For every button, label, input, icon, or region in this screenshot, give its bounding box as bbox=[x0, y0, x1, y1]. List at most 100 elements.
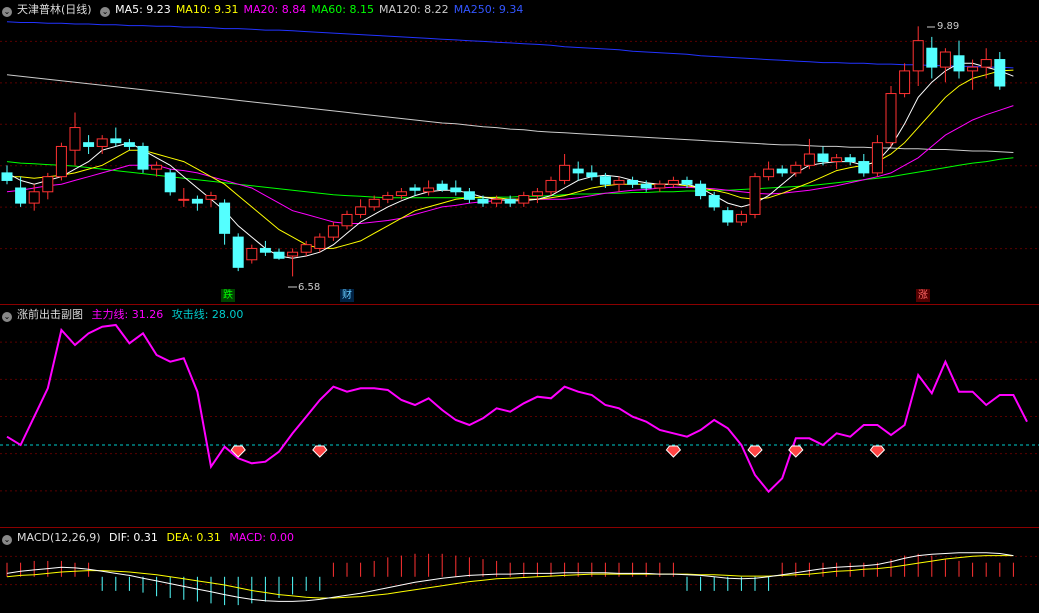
candle bbox=[450, 180, 462, 196]
candle-body bbox=[708, 195, 720, 208]
candle-body bbox=[287, 251, 299, 257]
candle-body bbox=[314, 236, 326, 249]
candle bbox=[83, 135, 95, 154]
candle bbox=[735, 210, 747, 226]
dea-line bbox=[6, 555, 1014, 599]
candle-body bbox=[681, 179, 693, 185]
candle-body bbox=[137, 145, 149, 170]
candle-body bbox=[327, 225, 339, 238]
ma-line-ma5 bbox=[6, 62, 1014, 259]
candle bbox=[627, 176, 639, 188]
candle-body bbox=[749, 176, 761, 215]
candle-body bbox=[164, 172, 176, 193]
candle-body bbox=[28, 191, 40, 204]
candle bbox=[572, 161, 584, 181]
sub1-legend: ⌄ 涨前出击副图 主力线: 31.26 攻击线: 28.00 bbox=[2, 307, 248, 323]
macd-dea-label: DEA: 0.31 bbox=[166, 531, 221, 544]
event-tag-fall[interactable]: 跌 bbox=[221, 289, 235, 302]
candle-body bbox=[518, 195, 530, 204]
candle-body bbox=[504, 198, 516, 204]
sub1-title: 涨前出击副图 bbox=[17, 308, 83, 321]
candle-body bbox=[219, 202, 231, 234]
candle bbox=[191, 195, 203, 211]
candle-body bbox=[395, 191, 407, 197]
macd-dif-label: DIF: 0.31 bbox=[109, 531, 158, 544]
main-title: 天津普林(日线) bbox=[17, 3, 92, 16]
candle bbox=[42, 172, 54, 200]
candle-body bbox=[695, 183, 707, 197]
macd-menu-icon[interactable]: ⌄ bbox=[2, 535, 12, 545]
candle bbox=[178, 188, 190, 207]
candle bbox=[518, 191, 530, 207]
candle-body bbox=[300, 244, 312, 253]
candle-body bbox=[450, 187, 462, 193]
ma-line-ma250 bbox=[6, 21, 1014, 69]
candlestick-chart[interactable] bbox=[0, 0, 1039, 305]
candle-body bbox=[654, 183, 666, 189]
signal-gem-icon bbox=[869, 445, 886, 458]
panel-menu-icon[interactable]: ⌄ bbox=[2, 7, 12, 17]
candle bbox=[55, 142, 67, 181]
candle-body bbox=[586, 172, 598, 178]
sub-chart-1-panel: ⌄ 涨前出击副图 主力线: 31.26 攻击线: 28.00 bbox=[0, 305, 1039, 528]
high-price-label: 9.89 bbox=[937, 21, 960, 32]
candle bbox=[722, 206, 734, 226]
candle bbox=[463, 188, 475, 204]
candle-body bbox=[817, 153, 829, 163]
candle-body bbox=[55, 145, 67, 178]
sub1-line1-label: 主力线: 31.26 bbox=[91, 308, 164, 321]
candle bbox=[287, 248, 299, 277]
candle-body bbox=[831, 157, 843, 163]
candle bbox=[232, 233, 244, 272]
candle bbox=[912, 26, 924, 86]
candle-body bbox=[110, 138, 122, 144]
candle-body bbox=[1, 172, 13, 181]
candle bbox=[776, 165, 788, 177]
candle-body bbox=[368, 198, 380, 208]
candle bbox=[926, 36, 938, 79]
candle-body bbox=[803, 153, 815, 166]
candle bbox=[110, 127, 122, 147]
candle bbox=[96, 135, 108, 154]
sub1-line2-label: 攻击线: 28.00 bbox=[171, 308, 244, 321]
candle bbox=[545, 176, 557, 196]
signal-gem-icon bbox=[747, 445, 763, 458]
candle bbox=[858, 154, 870, 177]
candle bbox=[273, 248, 285, 260]
main-legend: ⌄ 天津普林(日线) ⌄ MA5: 9.23 MA10: 9.31 MA20: 8.84… bbox=[2, 2, 533, 18]
ma-line-ma120 bbox=[6, 74, 1014, 153]
candle-body bbox=[69, 127, 81, 151]
candle bbox=[586, 165, 598, 181]
candle-body bbox=[191, 198, 203, 204]
event-tag-rise[interactable]: 涨 bbox=[916, 289, 930, 302]
candle bbox=[708, 191, 720, 211]
ma-menu-icon[interactable]: ⌄ bbox=[100, 7, 111, 17]
candle bbox=[164, 169, 176, 196]
candle-body bbox=[96, 138, 108, 147]
candle bbox=[205, 191, 217, 207]
ma-legend: MA5: 9.23 MA10: 9.31 MA20: 8.84 MA60: 8.15 M… bbox=[115, 3, 528, 16]
candle-body bbox=[735, 213, 747, 223]
candle-body bbox=[463, 191, 475, 200]
sub1-menu-icon[interactable]: ⌄ bbox=[2, 312, 12, 322]
main-chart-panel: ⌄ 天津普林(日线) ⌄ MA5: 9.23 MA10: 9.31 MA20: 8.84… bbox=[0, 0, 1039, 305]
signal-gem-icon bbox=[312, 445, 328, 458]
candle-body bbox=[15, 187, 27, 204]
candle-body bbox=[491, 198, 503, 204]
candle-body bbox=[477, 198, 489, 204]
candle bbox=[246, 244, 258, 264]
candle-body bbox=[722, 210, 734, 223]
candle-body bbox=[953, 55, 965, 72]
main-force-chart[interactable] bbox=[0, 305, 1039, 528]
event-tag-finance[interactable]: 财 bbox=[340, 289, 354, 302]
candle-body bbox=[858, 161, 870, 174]
candle-body bbox=[899, 70, 911, 95]
macd-legend: ⌄ MACD(12,26,9) DIF: 0.31 DEA: 0.31 MACD:… bbox=[2, 530, 299, 546]
candle bbox=[654, 180, 666, 192]
candle bbox=[953, 40, 965, 79]
candle-body bbox=[980, 59, 992, 68]
candle-body bbox=[640, 183, 652, 189]
candle-body bbox=[151, 164, 163, 170]
ma-legend-item: MA60: 8.15 bbox=[311, 3, 374, 16]
candle bbox=[559, 154, 571, 185]
